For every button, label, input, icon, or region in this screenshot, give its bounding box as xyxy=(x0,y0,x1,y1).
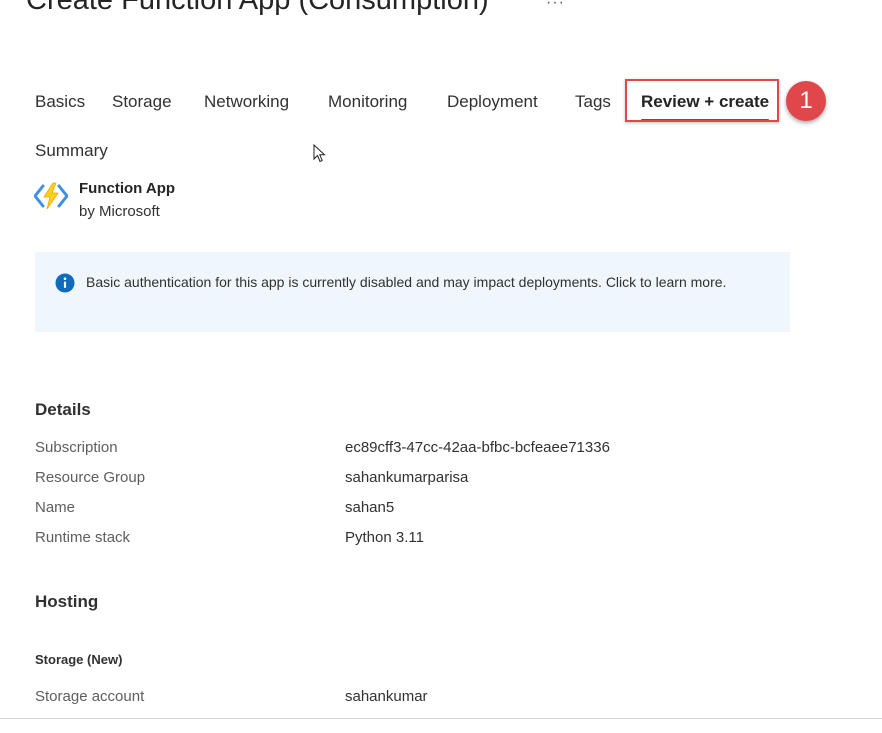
mouse-cursor-icon xyxy=(313,144,326,163)
subscription-label: Subscription xyxy=(35,439,118,456)
hosting-heading: Hosting xyxy=(35,592,99,611)
app-name: Function App xyxy=(79,180,176,197)
subscription-value: ec89cff3-47cc-42aa-bfbc-bcfeaee71336 xyxy=(345,439,610,456)
info-banner-text[interactable]: Basic authentication for this app is cur… xyxy=(86,273,746,292)
tab-tags[interactable]: Tags xyxy=(575,82,611,122)
tab-monitoring[interactable]: Monitoring xyxy=(328,82,407,122)
resource-group-value: sahankumarparisa xyxy=(345,469,469,486)
step-number-badge: 1 xyxy=(786,81,826,121)
tab-basics[interactable]: Basics xyxy=(35,82,85,122)
name-label: Name xyxy=(35,499,76,516)
tab-networking[interactable]: Networking xyxy=(204,82,289,122)
bottom-divider xyxy=(0,718,882,719)
review-create-highlight xyxy=(625,79,779,122)
app-publisher: by Microsoft xyxy=(79,203,160,220)
more-options-icon[interactable]: ··· xyxy=(546,0,565,12)
details-heading: Details xyxy=(35,400,91,419)
storage-account-value: sahankumar xyxy=(345,688,428,705)
info-banner[interactable] xyxy=(35,252,790,332)
tab-storage[interactable]: Storage xyxy=(112,82,172,122)
page-title: Create Function App (Consumption) xyxy=(26,0,489,16)
storage-account-label: Storage account xyxy=(35,688,145,705)
function-app-icon xyxy=(34,182,68,210)
runtime-stack-label: Runtime stack xyxy=(35,529,131,546)
name-value: sahan5 xyxy=(345,499,395,516)
info-icon xyxy=(55,273,75,293)
summary-label: Summary xyxy=(35,141,108,160)
runtime-stack-value: Python 3.11 xyxy=(345,529,424,546)
resource-group-label: Resource Group xyxy=(35,469,146,486)
tab-deployment[interactable]: Deployment xyxy=(447,82,538,122)
storage-new-subheading: Storage (New) xyxy=(35,652,123,667)
